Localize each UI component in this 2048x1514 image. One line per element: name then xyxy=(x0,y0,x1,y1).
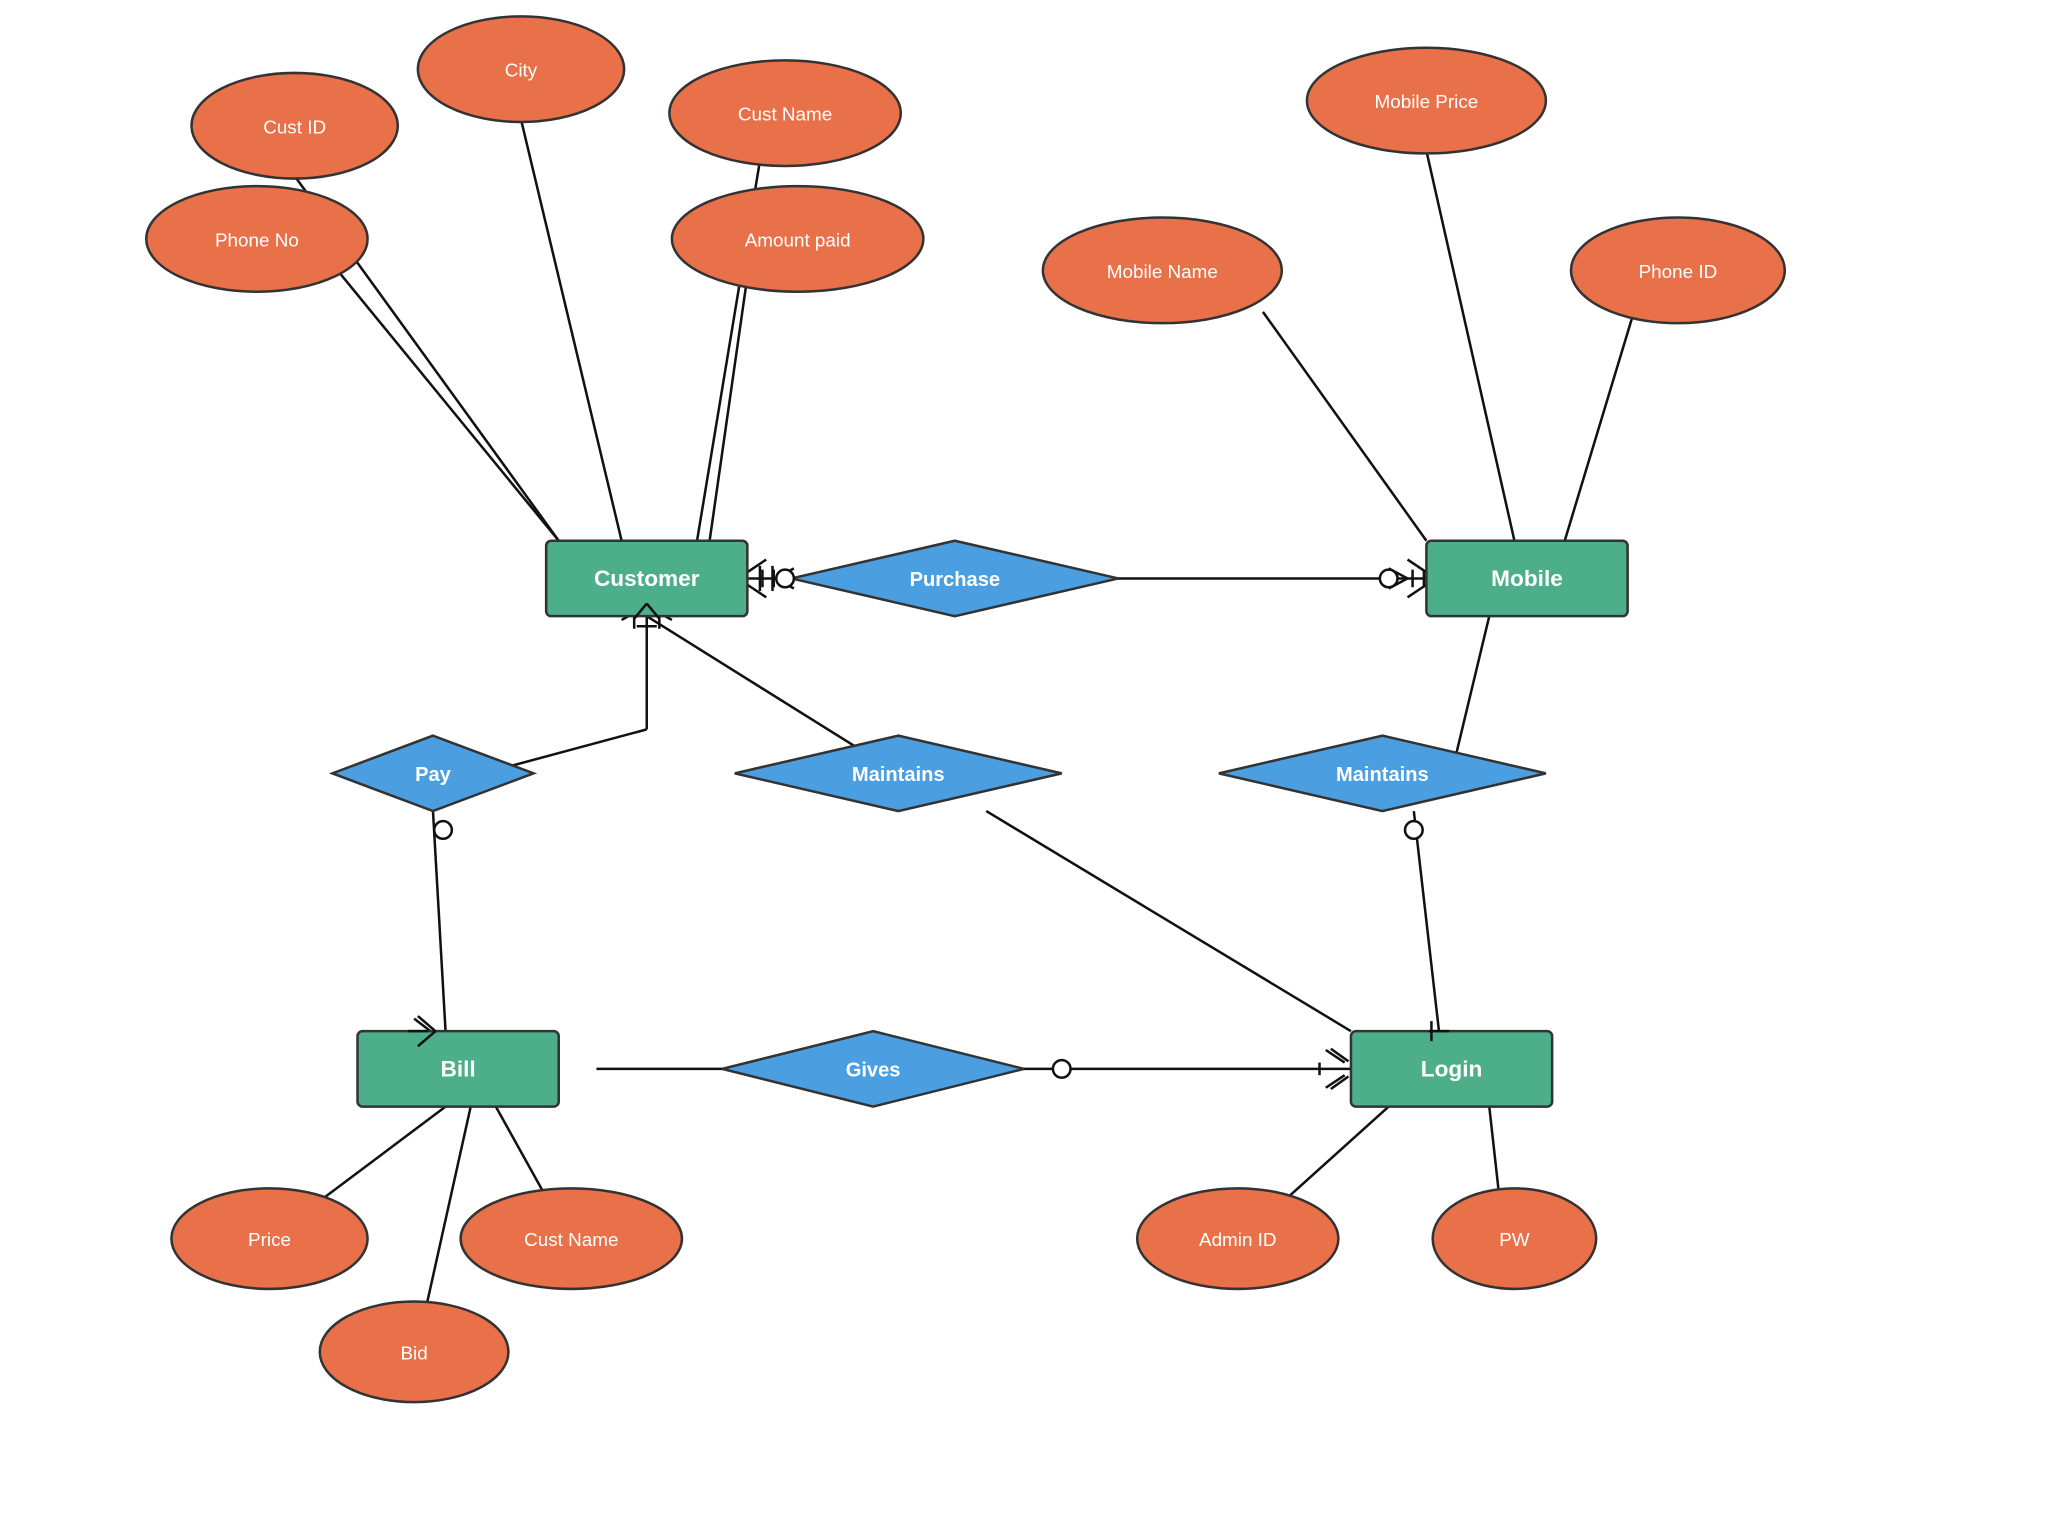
line-mobile-maintains xyxy=(1452,616,1490,773)
attr-mobilename-label: Mobile Name xyxy=(1107,261,1218,282)
line-phoneno-customer xyxy=(332,264,558,541)
attr-bid-label: Bid xyxy=(400,1342,427,1363)
line-maintains-login xyxy=(986,811,1351,1031)
line-phoneid-mobile xyxy=(1565,312,1634,541)
attr-custid-label: Cust ID xyxy=(263,116,326,137)
line-mobileprice-mobile xyxy=(1426,151,1514,541)
attr-adminid-label: Admin ID xyxy=(1199,1229,1277,1250)
entity-bill-label: Bill xyxy=(441,1056,476,1081)
rel-maintains-left-label: Maintains xyxy=(852,764,945,786)
line-amountpaid-customer xyxy=(710,277,748,541)
rel-maintains-right-label: Maintains xyxy=(1336,764,1429,786)
rel-purchase-label: Purchase xyxy=(910,569,1001,591)
line-city-customer xyxy=(521,119,622,540)
entity-mobile-label: Mobile xyxy=(1491,566,1563,591)
attr-phoneid-label: Phone ID xyxy=(1639,261,1718,282)
line-bill-bid xyxy=(420,1107,470,1333)
line-maintains-right-login xyxy=(1414,811,1439,1031)
rel-pay-label: Pay xyxy=(415,764,452,786)
attr-amountpaid-label: Amount paid xyxy=(745,229,851,250)
attr-mobileprice-label: Mobile Price xyxy=(1375,91,1479,112)
attr-city-label: City xyxy=(505,60,538,81)
attr-custname2-label: Cust Name xyxy=(524,1229,618,1250)
attr-phoneno-label: Phone No xyxy=(215,229,299,250)
attr-pw-label: PW xyxy=(1499,1229,1530,1250)
attr-price-label: Price xyxy=(248,1229,291,1250)
line-pay-bill xyxy=(433,811,446,1031)
entity-customer-label: Customer xyxy=(594,566,700,591)
rel-gives-label: Gives xyxy=(846,1059,901,1081)
er-diagram: Customer Mobile Bill Login Cust ID City … xyxy=(0,0,2048,1509)
line-mobilename-mobile xyxy=(1263,312,1426,541)
attr-custname-label: Cust Name xyxy=(738,104,832,125)
entity-login-label: Login xyxy=(1421,1056,1483,1081)
